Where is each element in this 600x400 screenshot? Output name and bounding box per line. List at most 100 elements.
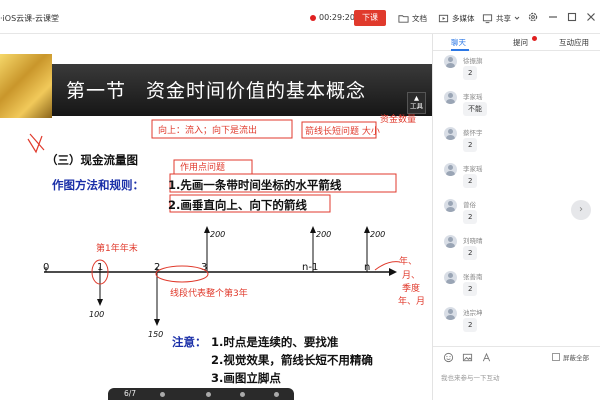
image-icon[interactable]	[462, 352, 473, 363]
message-sender: 池宗坤	[463, 309, 483, 317]
outflow-value-2: 150	[148, 330, 163, 339]
class-timer: 00:29:20	[319, 13, 355, 22]
annotation-year-word-1: 年、	[399, 255, 417, 267]
chat-compose-area: 屏蔽全部	[433, 346, 600, 400]
chat-message: 李家瑶 2	[433, 160, 583, 196]
annotation-scribble	[27, 133, 45, 154]
message-text: 2	[463, 210, 478, 224]
share-label: 共享	[496, 13, 511, 23]
message-text: 2	[463, 138, 478, 152]
slide-player-bar[interactable]: 6/7	[108, 388, 294, 400]
document-label: 文档	[412, 13, 427, 23]
chat-message: 刘晓晴 2	[433, 232, 583, 268]
unread-dot-icon	[532, 36, 537, 41]
folder-icon	[398, 14, 409, 23]
chevron-down-icon	[514, 16, 520, 20]
pen-tool-icon[interactable]	[206, 392, 211, 397]
avatar	[444, 271, 457, 284]
app-title: ·iOS云课-云课堂	[0, 14, 60, 23]
outflow-value-1: 100	[89, 310, 104, 319]
annotation-arrow-length: 箭线长短问题 大小	[305, 125, 380, 137]
message-sender: 徐振旗	[463, 57, 483, 65]
media-label: 多媒体	[452, 13, 475, 23]
time-axis-arrowhead	[389, 268, 397, 276]
time-label-0: 0	[43, 262, 49, 273]
note-2-text: 2.视觉效果，箭线长短不用精确	[211, 353, 373, 367]
avatar	[444, 235, 457, 248]
annotation-circle-segment	[155, 265, 209, 283]
section-heading: （三）现金流量图	[46, 153, 138, 167]
ban-all-checkbox[interactable]	[552, 353, 560, 361]
message-text: 2	[463, 246, 478, 260]
annotation-year-word-3: 季度	[402, 282, 420, 294]
panel-tabs: 聊天 提问 互动应用	[433, 34, 600, 51]
tab-questions[interactable]: 提问	[513, 37, 528, 48]
page-indicator: 6/7	[124, 389, 137, 398]
time-label-n1: n-1	[302, 262, 318, 273]
close-icon[interactable]	[585, 11, 597, 23]
annotation-year-word-2: 月、	[402, 270, 420, 281]
next-page-icon[interactable]	[274, 392, 279, 397]
annotation-arrow-curve	[374, 261, 401, 271]
message-text: 不能	[463, 102, 487, 116]
text-format-icon[interactable]	[481, 352, 492, 363]
chevron-right-icon[interactable]: ›	[571, 200, 591, 220]
tab-interactive-apps[interactable]: 互动应用	[559, 37, 589, 48]
title-bar: ·iOS云课-云课堂 00:29:20 下课 文档 多媒体 共享	[0, 0, 600, 34]
message-text: 2	[463, 66, 478, 80]
inflow-value-n: 200	[370, 230, 385, 239]
annotation-fund-amount: 资金数量	[380, 113, 416, 125]
rule-2-text: 2.画垂直向上、向下的箭线	[168, 198, 307, 212]
presentation-slide[interactable]: 第一节 资金时间价值的基本概念 ▲ 工具 向上：流入；向下是流出 箭线长短问题 …	[0, 34, 432, 400]
end-class-button[interactable]: 下课	[354, 10, 386, 26]
chat-message: 徐振旗 2	[433, 52, 583, 88]
chat-message: 蔡怀宇 2	[433, 124, 583, 160]
media-icon	[438, 14, 449, 22]
chat-message: 李家瑶 不能	[433, 88, 583, 124]
prev-page-icon[interactable]	[160, 392, 165, 397]
chat-message: 张善南 2	[433, 268, 583, 304]
time-label-n: n	[364, 262, 370, 273]
avatar	[444, 199, 457, 212]
side-panel: 聊天 提问 互动应用 徐振旗 2 李家瑶 不能 蔡怀宇 2 李家瑶 2 曾俗 2…	[432, 34, 600, 400]
settings-gear-icon[interactable]	[527, 11, 539, 23]
message-sender: 刘晓晴	[463, 237, 483, 245]
note-3-text: 3.画图立脚点	[211, 371, 281, 385]
tab-chat[interactable]: 聊天	[451, 37, 466, 48]
annotation-year-end: 第1年年末	[96, 242, 138, 254]
recording-dot-icon	[310, 15, 316, 21]
inflow-value-3: 200	[210, 230, 225, 239]
message-text: 2	[463, 282, 478, 296]
annotation-action-point: 作用点问题	[180, 161, 225, 173]
cash-inflow-arrows	[204, 226, 370, 272]
rule-1-text: 1.先画一条带时间坐标的水平箭线	[168, 178, 342, 192]
chat-message: 曾俗 2	[433, 196, 583, 232]
emoji-icon[interactable]	[443, 352, 454, 363]
avatar	[444, 127, 457, 140]
eraser-tool-icon[interactable]	[240, 392, 245, 397]
maximize-icon[interactable]	[566, 11, 578, 23]
avatar	[444, 163, 457, 176]
note-label: 注意：	[172, 335, 207, 349]
annotation-year-word-4: 年、月	[398, 295, 425, 307]
chat-message: 池宗坤 2	[433, 304, 583, 340]
avatar	[444, 91, 457, 104]
inflow-value-n1: 200	[316, 230, 331, 239]
message-sender: 张善南	[463, 273, 483, 281]
minimize-icon[interactable]	[547, 11, 559, 23]
avatar	[444, 307, 457, 320]
share-button[interactable]: 共享	[482, 10, 520, 26]
message-sender: 曾俗	[463, 201, 476, 209]
time-label-1: 1	[97, 262, 103, 273]
avatar	[444, 55, 457, 68]
message-text: 2	[463, 174, 478, 188]
chat-input[interactable]	[441, 371, 591, 385]
annotation-up-inflow: 向上：流入；向下是流出	[158, 124, 257, 136]
message-text: 2	[463, 318, 478, 332]
media-button[interactable]: 多媒体	[438, 10, 475, 26]
message-sender: 李家瑶	[463, 165, 483, 173]
share-screen-icon	[482, 13, 493, 23]
document-button[interactable]: 文档	[398, 10, 427, 26]
note-1-text: 1.时点是连续的、要找准	[211, 335, 339, 349]
ban-all-label: 屏蔽全部	[563, 354, 589, 362]
